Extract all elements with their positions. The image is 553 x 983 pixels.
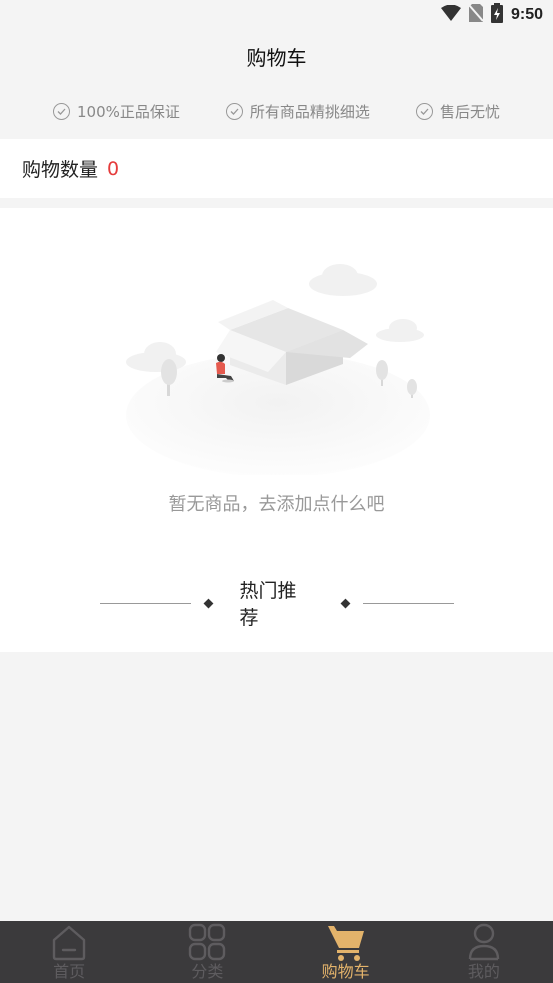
page-title: 购物车 [246,45,307,70]
check-circle-icon [415,102,433,120]
tab-label: 购物车 [321,962,370,981]
tab-category[interactable]: 分类 [138,921,276,983]
divider-line [100,602,191,604]
divider-line [363,602,454,604]
diamond-icon [340,598,351,608]
battery-icon [490,3,503,27]
cart-count-value: 0 [107,157,120,180]
tab-cart[interactable]: 购物车 [277,921,415,983]
tab-label: 首页 [53,962,86,981]
tab-home[interactable]: 首页 [0,921,138,983]
cart-icon [326,923,366,963]
check-circle-icon [53,102,70,120]
guarantee-label: 售后无忧 [439,102,500,121]
diamond-icon [203,598,214,608]
cart-screen: 9:50 购物车 100%正品保证 所有商品精挑细选 售后无忧 购物数量 0 暂… [0,0,553,983]
tab-label: 分类 [191,962,224,981]
empty-cart-message: 暂无商品，去添加点什么吧 [168,494,385,515]
status-time: 9:50 [510,6,543,23]
guarantee-item: 售后无忧 [415,101,500,122]
status-bar: 9:50 [0,0,553,30]
guarantee-label: 100%正品保证 [77,102,180,121]
no-sim-icon [468,4,484,26]
wifi-icon [440,4,461,25]
profile-icon [464,923,504,963]
tab-label: 我的 [467,962,500,981]
cart-count-label: 购物数量 [22,159,99,181]
category-icon [187,923,227,963]
guarantee-bar: 100%正品保证 所有商品精挑细选 售后无忧 [0,84,553,138]
check-circle-icon [225,102,243,120]
empty-box-illustration [118,260,438,479]
guarantee-item: 100%正品保证 [53,101,180,122]
hot-recommend-title: 热门推荐 [239,580,297,629]
bottom-tab-bar: 首页 分类 购物车 我的 [0,921,553,983]
guarantee-label: 所有商品精挑细选 [249,102,370,121]
home-icon [49,923,89,963]
cart-count-row: 购物数量 0 [0,139,553,198]
title-bar: 购物车 [0,32,553,80]
hot-recommend-header: 热门推荐 [100,580,454,629]
tab-profile[interactable]: 我的 [415,921,553,983]
guarantee-item: 所有商品精挑细选 [225,101,370,122]
empty-cart-panel: 暂无商品，去添加点什么吧 热门推荐 [0,208,553,652]
